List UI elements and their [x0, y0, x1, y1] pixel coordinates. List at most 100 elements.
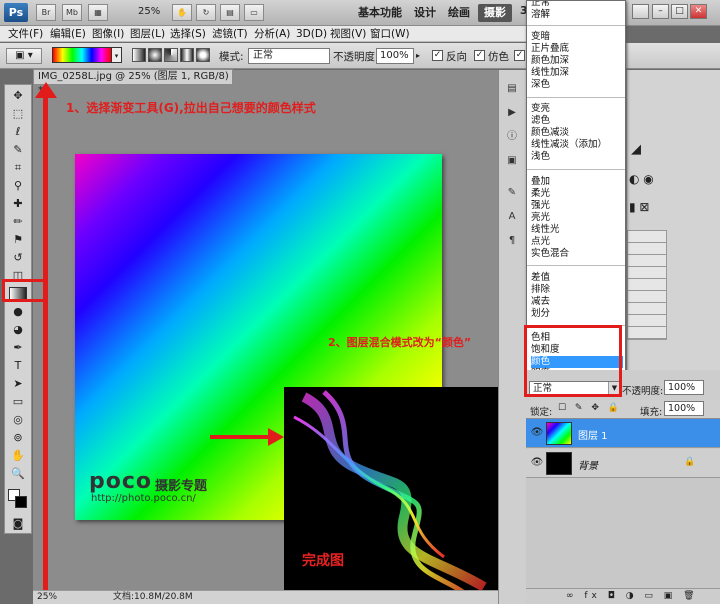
mini-bridge-icon[interactable]: Mb	[62, 4, 82, 21]
dodge-tool-icon[interactable]: ◕	[9, 323, 27, 337]
path-selection-tool-icon[interactable]: ➤	[9, 377, 27, 391]
dock-actions-icon[interactable]: ▶	[504, 106, 520, 120]
blend-option-normal[interactable]: 正常	[531, 1, 623, 9]
linear-gradient-icon[interactable]	[132, 48, 146, 62]
gradient-editor-swatch[interactable]	[52, 47, 112, 63]
menu-select[interactable]: 选择(S)	[170, 26, 206, 42]
blend-option-divide[interactable]: 划分	[531, 308, 623, 320]
tool-preset-picker[interactable]: ▣ ▾	[6, 48, 42, 64]
hand-tool-icon[interactable]: ✋	[9, 449, 27, 463]
blend-option-overlay[interactable]: 叠加	[531, 176, 623, 188]
menu-window[interactable]: 窗口(W)	[370, 26, 410, 42]
blend-option-hard-mix[interactable]: 实色混合	[531, 248, 623, 260]
reflected-gradient-icon[interactable]	[180, 48, 194, 62]
menu-layer[interactable]: 图层(L)	[130, 26, 165, 42]
angle-gradient-icon[interactable]	[164, 48, 178, 62]
marquee-tool-icon[interactable]: ⬚	[9, 107, 27, 121]
blend-option-dissolve[interactable]: 溶解	[531, 9, 623, 21]
pen-tool-icon[interactable]: ✒	[9, 341, 27, 355]
eye-icon[interactable]: 👁	[529, 426, 545, 440]
curves-icon[interactable]: ◢	[631, 142, 641, 157]
eye-icon[interactable]: 👁	[529, 456, 545, 470]
blend-option-hard-light[interactable]: 强光	[531, 200, 623, 212]
dock-brush-icon[interactable]: ✎	[504, 186, 520, 200]
blend-option-lighter-color[interactable]: 浅色	[531, 151, 623, 163]
dock-character-icon[interactable]: A	[504, 210, 520, 224]
adjustments-list[interactable]	[627, 230, 667, 340]
mode-select[interactable]: 正常	[248, 48, 330, 64]
layer-name[interactable]: 背景	[578, 457, 598, 472]
gradient-picker-arrow-icon[interactable]: ▾	[112, 47, 122, 63]
healing-brush-tool-icon[interactable]: ✚	[9, 197, 27, 211]
blend-option-pin-light[interactable]: 点光	[531, 236, 623, 248]
blur-tool-icon[interactable]: ●	[9, 305, 27, 319]
blend-option-difference[interactable]: 差值	[531, 272, 623, 284]
blend-option-linear-dodge[interactable]: 线性减淡（添加）	[531, 139, 623, 151]
workspace-photography[interactable]: 摄影	[478, 4, 512, 22]
blend-option-linear-light[interactable]: 线性光	[531, 224, 623, 236]
opacity-input[interactable]: 100%	[376, 48, 414, 64]
3d-rotate-tool-icon[interactable]: ◎	[9, 413, 27, 427]
quick-mask-icon[interactable]: ◙	[9, 517, 27, 531]
zoom-tool-icon[interactable]: 🔍	[9, 467, 27, 481]
workspace-painting[interactable]: 绘画	[442, 4, 476, 22]
hand-tool-icon[interactable]: ✋	[172, 4, 192, 21]
transparency-checkbox[interactable]: ✓	[514, 50, 525, 61]
layer-row-layer1[interactable]: 👁 图层 1	[526, 419, 720, 448]
blend-option-color-dodge[interactable]: 颜色减淡	[531, 127, 623, 139]
blend-mode-dropdown[interactable]: 正常 溶解 变暗 正片叠底 颜色加深 线性加深 深色 变亮 滤色 颜色减淡 线性…	[526, 0, 626, 378]
blend-option-darken[interactable]: 变暗	[531, 31, 623, 43]
status-zoom[interactable]: 25%	[37, 591, 57, 604]
blend-option-lighten[interactable]: 变亮	[531, 103, 623, 115]
quick-select-tool-icon[interactable]: ✎	[9, 143, 27, 157]
screen-mode-icon[interactable]: ▭	[244, 4, 264, 21]
blend-option-exclusion[interactable]: 排除	[531, 284, 623, 296]
menu-view[interactable]: 视图(V)	[330, 26, 366, 42]
background-color-swatch[interactable]	[15, 496, 27, 508]
lasso-tool-icon[interactable]: ℓ	[9, 125, 27, 139]
menu-image[interactable]: 图像(I)	[92, 26, 124, 42]
reverse-checkbox[interactable]: ✓	[432, 50, 443, 61]
shape-tool-icon[interactable]: ▭	[9, 395, 27, 409]
menu-edit[interactable]: 编辑(E)	[50, 26, 86, 42]
dock-navigator-icon[interactable]: ▣	[504, 154, 520, 168]
view-extras-icon[interactable]: ▦	[88, 4, 108, 21]
gradient-map-icon[interactable]: ▮ ⊠	[629, 200, 649, 214]
3d-orbit-tool-icon[interactable]: ⊚	[9, 431, 27, 445]
search-field-stub[interactable]	[632, 4, 649, 19]
close-icon[interactable]: ✕	[690, 4, 707, 19]
layer-name[interactable]: 图层 1	[578, 427, 608, 442]
layer-row-background[interactable]: 👁 背景 🔒	[526, 449, 720, 478]
blend-option-vivid-light[interactable]: 亮光	[531, 212, 623, 224]
blend-option-screen[interactable]: 滤色	[531, 115, 623, 127]
history-brush-tool-icon[interactable]: ↺	[9, 251, 27, 265]
workspace-design[interactable]: 设计	[408, 4, 442, 22]
blend-option-soft-light[interactable]: 柔光	[531, 188, 623, 200]
fill-input[interactable]: 100%	[664, 401, 704, 416]
eyedropper-tool-icon[interactable]: ⚲	[9, 179, 27, 193]
move-tool-icon[interactable]: ✥	[9, 89, 27, 103]
blend-option-darker-color[interactable]: 深色	[531, 79, 623, 91]
radial-gradient-icon[interactable]	[148, 48, 162, 62]
menu-filter[interactable]: 滤镜(T)	[212, 26, 248, 42]
arrange-documents-icon[interactable]: ▤	[220, 4, 240, 21]
workspace-essentials[interactable]: 基本功能	[352, 4, 408, 22]
crop-tool-icon[interactable]: ⌗	[9, 161, 27, 175]
menu-file[interactable]: 文件(F)	[8, 26, 43, 42]
dock-info-icon[interactable]: ⓘ	[504, 130, 520, 144]
rotate-view-icon[interactable]: ↻	[196, 4, 216, 21]
zoom-level[interactable]: 25%	[138, 6, 160, 17]
color-balance-icon[interactable]: ◐ ◉	[629, 172, 654, 186]
dock-history-icon[interactable]: ▤	[504, 82, 520, 96]
maximize-icon[interactable]: □	[671, 4, 688, 19]
blend-option-linear-burn[interactable]: 线性加深	[531, 67, 623, 79]
layers-footer[interactable]: ∞ fx ◘ ◑ ▭ ▣ 🗑	[526, 588, 720, 604]
clone-stamp-tool-icon[interactable]: ⚑	[9, 233, 27, 247]
minimize-icon[interactable]: –	[652, 4, 669, 19]
bridge-icon[interactable]: Br	[36, 4, 56, 21]
blend-option-subtract[interactable]: 减去	[531, 296, 623, 308]
diamond-gradient-icon[interactable]	[196, 48, 210, 62]
blend-option-color-burn[interactable]: 颜色加深	[531, 55, 623, 67]
lock-icons[interactable]: ☐ ✎ ✥ 🔒	[558, 403, 622, 413]
menu-analysis[interactable]: 分析(A)	[254, 26, 290, 42]
